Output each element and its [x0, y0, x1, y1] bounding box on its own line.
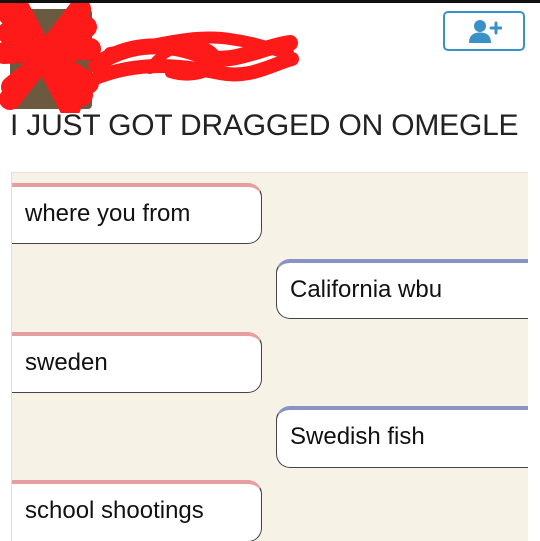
add-user-icon [469, 20, 502, 43]
post-title: I JUST GOT DRAGGED ON OMEGLE [10, 109, 519, 142]
stranger-message: where you from [12, 183, 262, 244]
stranger-message: school shootings [12, 480, 262, 541]
chat-screenshot: where you from California wbu sweden Swe… [11, 172, 528, 541]
red-scribble-redaction [0, 3, 299, 113]
your-message: Swedish fish [276, 406, 528, 468]
your-message: California wbu [276, 259, 528, 319]
stranger-message: sweden [12, 332, 262, 393]
post-header [0, 3, 540, 113]
follow-button[interactable] [443, 11, 525, 51]
